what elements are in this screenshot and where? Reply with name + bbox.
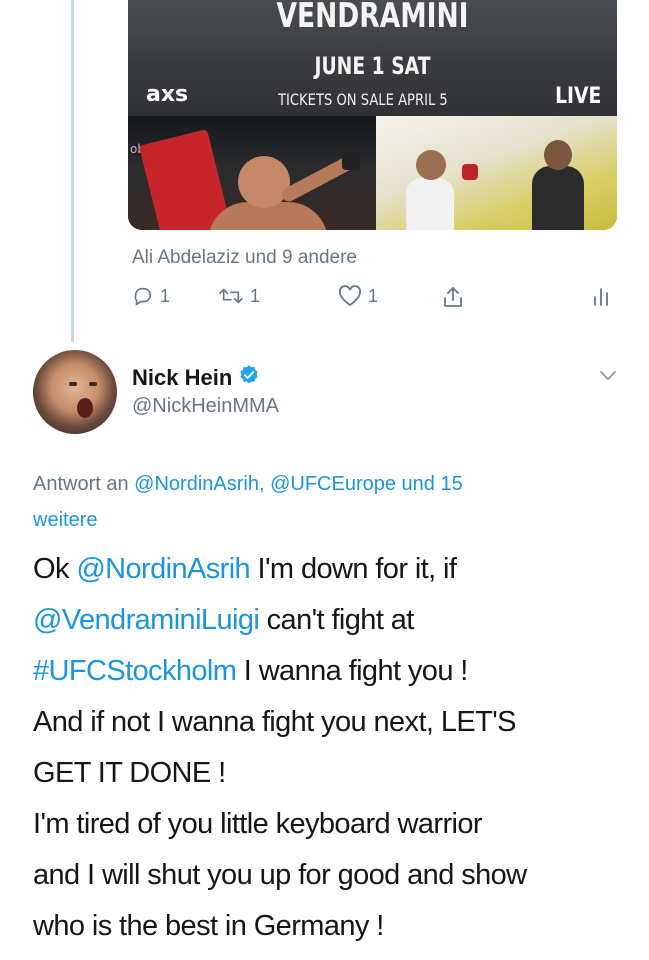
tweet-line-8: who is the best in Germany ! — [33, 910, 384, 942]
analytics-icon — [592, 285, 610, 307]
verified-badge-icon — [238, 364, 260, 392]
reply-to-prefix: Antwort an — [33, 473, 129, 495]
like-action[interactable]: 1 — [338, 285, 378, 307]
tweet-text-segment: I'm down for it, if — [250, 553, 457, 585]
banner-event-date: JUNE 1 SAT — [314, 52, 431, 80]
tweet-line-1: Ok @NordinAsrih I'm down for it, if — [33, 544, 633, 595]
reply-icon — [132, 285, 154, 307]
fighter-glove — [342, 152, 360, 170]
tweet-line-2: @VendraminiLuigi can't fight at — [33, 595, 633, 646]
thread-connector-line — [71, 0, 74, 342]
reply-mention-nordinasrih[interactable]: @NordinAsrih, — [134, 473, 264, 495]
like-count: 1 — [368, 285, 379, 306]
tweet-text-segment: Ok — [33, 553, 77, 585]
banner-fighter-name: VENDRAMINI — [276, 0, 469, 36]
reply-count: 1 — [160, 285, 171, 306]
event-banner: VENDRAMINI JUNE 1 SAT axs TICKETS ON SAL… — [128, 0, 617, 116]
author-display-name: Nick Hein — [132, 365, 233, 390]
hashtag-ufcstockholm[interactable]: #UFCStockholm — [33, 655, 237, 687]
tweet-text-segment: can't fight at — [259, 604, 415, 636]
avatar-mouth — [77, 398, 93, 418]
reply-mention-ufceurope[interactable]: @UFCEurope — [270, 473, 396, 495]
fighter2-head — [544, 140, 572, 170]
tweet-line-5: GET IT DONE ! — [33, 757, 226, 789]
media-card-image[interactable]: VENDRAMINI JUNE 1 SAT axs TICKETS ON SAL… — [128, 0, 617, 230]
tweet-line-4: And if not I wanna fight you next, LET'S — [33, 706, 517, 738]
avatar-eye-left — [69, 382, 77, 386]
tweet-text-segment: I wanna fight you ! — [236, 655, 469, 687]
author-handle[interactable]: @NickHeinMMA — [132, 395, 279, 418]
trainer-body — [406, 178, 454, 230]
analytics-action[interactable] — [592, 285, 610, 307]
fighter-head — [238, 156, 290, 208]
reply-context: Antwort an @NordinAsrih, @UFCEurope und … — [33, 466, 593, 538]
axs-logo: axs — [146, 82, 189, 107]
retweet-action[interactable]: 1 — [218, 285, 260, 307]
retweet-count: 1 — [250, 285, 261, 306]
reply-others-label: weitere — [33, 509, 98, 531]
mention-nordinasrih[interactable]: @NordinAsrih — [76, 553, 250, 585]
tweet-body: Ok @NordinAsrih I'm down for it, if @Ven… — [33, 544, 633, 952]
retweet-icon — [218, 285, 244, 307]
share-action[interactable] — [442, 285, 464, 309]
training-photo — [376, 116, 617, 230]
fighter2-body — [532, 166, 584, 230]
chevron-down-icon[interactable] — [598, 368, 618, 387]
tweet-line-7: and I will shut you up for good and show — [33, 859, 527, 891]
like-icon — [338, 285, 362, 307]
banner-live-logo: LIVE — [554, 84, 601, 109]
banner-tickets-text: TICKETS ON SALE APRIL 5 — [278, 90, 448, 109]
liked-by-text[interactable]: Ali Abdelaziz und 9 andere — [132, 247, 357, 269]
avatar[interactable] — [33, 350, 117, 434]
tweet-action-bar: 1 1 1 — [132, 285, 622, 315]
avatar-eye-right — [89, 382, 97, 386]
share-icon — [442, 285, 464, 309]
training-glove — [462, 164, 478, 180]
mention-vendraminiluigi[interactable]: @VendraminiLuigi — [33, 604, 260, 636]
reply-others-count: und 15 — [401, 473, 463, 495]
fighter-victory-photo: obet — [128, 116, 376, 230]
tweet-line-6: I'm tired of you little keyboard warrior — [33, 808, 483, 840]
author-display-name-row[interactable]: Nick Hein — [132, 364, 260, 392]
reply-action[interactable]: 1 — [132, 285, 170, 307]
trainer-head — [416, 150, 446, 180]
tweet-line-3: #UFCStockholm I wanna fight you ! — [33, 646, 633, 697]
